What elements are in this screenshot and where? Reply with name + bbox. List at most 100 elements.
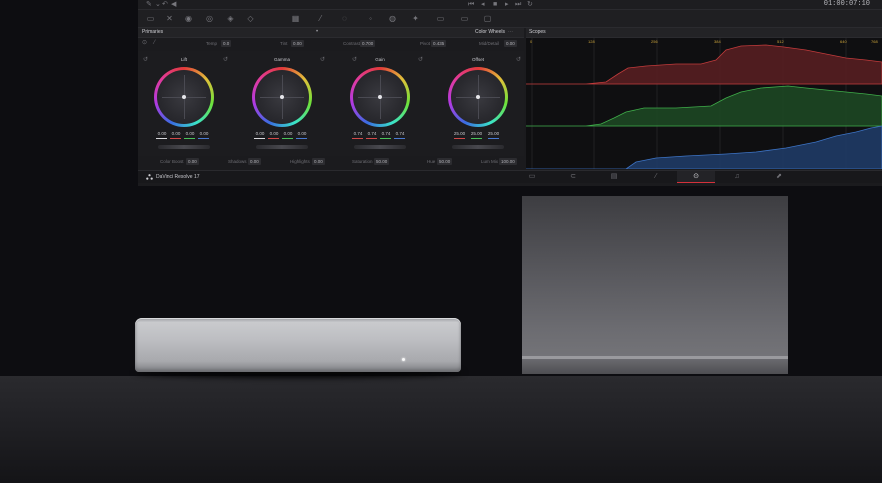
- audio-icon[interactable]: ◀: [171, 0, 176, 9]
- gamma-master[interactable]: 0.00: [254, 131, 266, 137]
- step-back-icon[interactable]: ◂: [481, 0, 485, 9]
- gamma-red[interactable]: 0.00: [268, 131, 280, 137]
- channel-indicator: [282, 138, 293, 139]
- gain-wheel[interactable]: [350, 67, 410, 127]
- reset-icon[interactable]: ↺: [516, 56, 521, 63]
- timecode-display: 01:00:07:10: [823, 0, 870, 8]
- options-icon[interactable]: •: [316, 28, 318, 37]
- reset-icon[interactable]: ↺: [143, 56, 148, 63]
- highlights-field[interactable]: 0.00: [312, 158, 325, 165]
- color-match-icon[interactable]: ✕: [165, 14, 174, 23]
- mac-mini: [135, 318, 461, 372]
- motion-effects-icon[interactable]: ◇: [246, 14, 255, 23]
- parade-scope: 0 128 256 384 512 640 768: [526, 38, 882, 169]
- edit-icon[interactable]: ▤: [609, 173, 619, 181]
- lift-green[interactable]: 0.00: [184, 131, 196, 137]
- mode-select[interactable]: Color Wheels: [475, 28, 505, 37]
- offset-red[interactable]: 25.00: [452, 131, 467, 137]
- viewer-transport-bar: ✎ ⌄ ↶ ◀ ⏮ ◂ ■ ▸ ⏭ ↻ 01:00:07:10: [138, 0, 882, 10]
- param-label: Color Boost: [160, 159, 184, 164]
- stop-icon[interactable]: ■: [493, 0, 497, 9]
- gain-master[interactable]: 0.74: [352, 131, 364, 137]
- channel-indicator: [380, 138, 391, 139]
- shadows-field[interactable]: 0.00: [248, 158, 261, 165]
- hue-field[interactable]: 50.00: [437, 158, 453, 165]
- green-channel-trace: [526, 85, 882, 127]
- offset-master-wheel[interactable]: [452, 145, 504, 149]
- chevron-down-icon[interactable]: ⌄: [155, 0, 161, 9]
- lift-master[interactable]: 0.00: [156, 131, 168, 137]
- lift-blue[interactable]: 0.00: [198, 131, 210, 137]
- scope-scale-label: 0: [530, 39, 533, 44]
- color-boost-field[interactable]: 0.00: [186, 158, 199, 165]
- gamma-blue[interactable]: 0.00: [296, 131, 308, 137]
- offset-blue[interactable]: 25.00: [486, 131, 501, 137]
- red-channel-trace: [526, 44, 882, 85]
- deliver-icon[interactable]: ⬈: [774, 173, 784, 181]
- go-to-end-icon[interactable]: ⏭: [515, 0, 521, 9]
- scope-scale-label: 512: [777, 39, 784, 44]
- reset-icon[interactable]: ↺: [320, 56, 325, 63]
- go-to-start-icon[interactable]: ⏮: [468, 0, 474, 9]
- loop-icon[interactable]: ↻: [527, 0, 533, 9]
- gain-master-wheel[interactable]: [354, 145, 406, 149]
- lum-mix-field[interactable]: 100.00: [499, 158, 517, 165]
- primaries-icon[interactable]: ◉: [184, 14, 193, 23]
- tint-field[interactable]: 0.00: [291, 40, 304, 47]
- offset-green[interactable]: 25.00: [469, 131, 484, 137]
- lift-wheel[interactable]: [154, 67, 214, 127]
- channel-indicator: [184, 138, 195, 139]
- fusion-icon[interactable]: ⁄: [651, 173, 661, 181]
- undo-icon[interactable]: ↶: [162, 0, 168, 9]
- rgb-mixer-icon[interactable]: ◈: [226, 14, 235, 23]
- scopes-header: Scopes: [526, 28, 882, 38]
- gain-red[interactable]: 0.74: [366, 131, 378, 137]
- gain-green[interactable]: 0.74: [380, 131, 392, 137]
- pivot-field[interactable]: 0.435: [431, 40, 447, 47]
- qualifier-icon[interactable]: ⁄: [316, 14, 325, 23]
- camera-raw-icon[interactable]: ▭: [146, 14, 155, 23]
- mid-detail-field[interactable]: 0.00: [504, 40, 517, 47]
- cut-icon[interactable]: ⊂: [568, 173, 578, 181]
- param-label: Mid/Detail: [479, 41, 500, 46]
- primaries-bottom-params: Color Boost 0.00 Shadows 0.00 Highlights…: [138, 156, 524, 168]
- wheel-title-gain: Gain: [375, 57, 385, 62]
- magic-mask-icon[interactable]: ◍: [388, 14, 397, 23]
- gamma-wheel[interactable]: [252, 67, 312, 127]
- color-icon[interactable]: ⊙: [691, 173, 701, 181]
- more-options-icon[interactable]: ⋯: [508, 28, 513, 37]
- wheel-title-offset: Offset: [472, 57, 484, 62]
- gamma-green[interactable]: 0.00: [282, 131, 294, 137]
- gamma-master-wheel[interactable]: [256, 145, 308, 149]
- offset-wheel[interactable]: [448, 67, 508, 127]
- channel-indicator: [296, 138, 307, 139]
- page-navigation-bar: DaVinci Resolve 17 ▭ ⊂ ▤ ⁄ ⊙ ♫ ⬈: [138, 170, 882, 183]
- channel-indicator: [198, 138, 209, 139]
- tracker-icon[interactable]: ◦: [366, 14, 375, 23]
- window-icon[interactable]: ◌: [340, 14, 349, 23]
- stand-base: [522, 359, 788, 374]
- picker-icon[interactable]: ⁄: [154, 40, 155, 47]
- saturation-field[interactable]: 50.00: [374, 158, 390, 165]
- picker-icon[interactable]: ✎: [146, 0, 152, 9]
- auto-balance-icon[interactable]: ⊙: [142, 40, 147, 47]
- gain-blue[interactable]: 0.74: [394, 131, 406, 137]
- reset-icon[interactable]: ↺: [223, 56, 228, 63]
- channel-indicator: [352, 138, 363, 139]
- desk-surface: [0, 376, 882, 483]
- lift-master-wheel[interactable]: [158, 145, 210, 149]
- 3d-icon[interactable]: ▢: [483, 14, 492, 23]
- media-icon[interactable]: ▭: [527, 173, 537, 181]
- reset-icon[interactable]: ↺: [418, 56, 423, 63]
- contrast-field[interactable]: 0.700: [360, 40, 376, 47]
- blur-icon[interactable]: ✦: [411, 14, 420, 23]
- hdr-icon[interactable]: ◎: [205, 14, 214, 23]
- key-icon[interactable]: ▭: [436, 14, 445, 23]
- fairlight-icon[interactable]: ♫: [732, 173, 742, 181]
- temp-field[interactable]: 0.0: [221, 40, 232, 47]
- channel-indicator: [394, 138, 405, 139]
- curves-icon[interactable]: ▦: [291, 14, 300, 23]
- lift-red[interactable]: 0.00: [170, 131, 182, 137]
- play-icon[interactable]: ▸: [505, 0, 509, 9]
- sizing-icon[interactable]: ▭: [460, 14, 469, 23]
